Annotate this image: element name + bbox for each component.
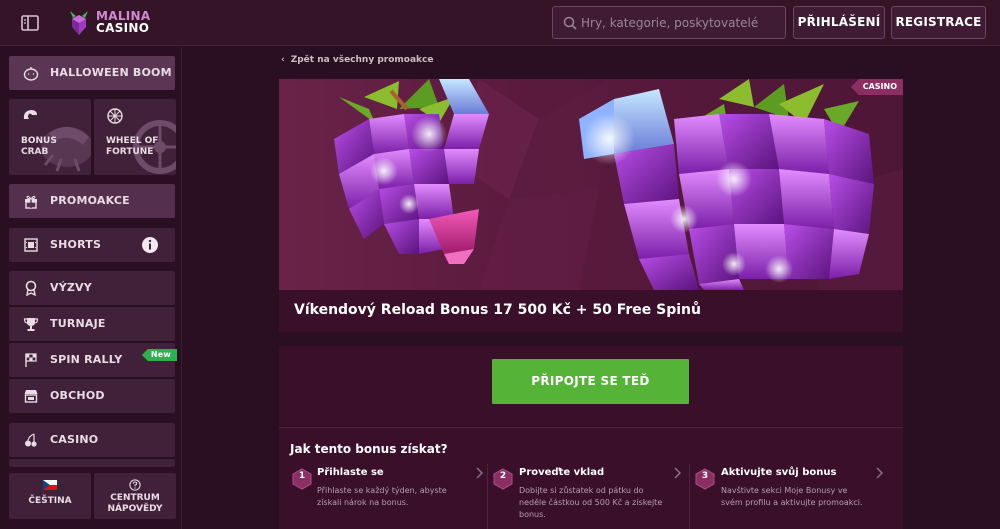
sidebar-item-casino[interactable]: CASINO (9, 423, 175, 457)
promo-banner: CASINO (279, 79, 903, 290)
sidebar-item-promoakce[interactable]: PROMOAKCE (9, 184, 175, 218)
help-center-button[interactable]: CENTRUM NÁPOVĚDY (94, 473, 176, 519)
tile-label: BONUS CRAB (21, 136, 57, 158)
tile-label-line1: WHEEL OF (106, 136, 159, 146)
how-to-title: Jak tento bonus získat? (290, 442, 448, 456)
sidebar-item-turnaje[interactable]: TURNAJE (9, 307, 175, 341)
help-label: CENTRUM NÁPOVĚDY (94, 493, 176, 515)
raspberry-crystals-illustration-icon (334, 79, 903, 290)
sidebar-item-halloween-boom[interactable]: HALLOWEEN BOOM (9, 56, 175, 90)
login-button[interactable]: PŘIHLÁŠENÍ (793, 6, 885, 39)
promo-title: Víkendový Reload Bonus 17 500 Kč + 50 Fr… (294, 302, 701, 318)
top-header: MALINA CASINO PŘIHLÁŠENÍ REGISTRACE (0, 0, 1000, 46)
language-selector[interactable]: ČEŠTINA (9, 473, 91, 519)
step-description: Dobijte si zůstatek od pátku do neděle č… (519, 486, 663, 519)
search-icon (563, 16, 577, 30)
help-icon (129, 479, 141, 491)
sidebar-item-obchod[interactable]: OBCHOD (9, 379, 175, 413)
info-icon[interactable] (141, 236, 159, 254)
cherries-icon (25, 433, 37, 447)
tile-label-line2: CRAB (21, 147, 49, 157)
step-item[interactable]: 3 Aktivujte svůj bonus Navštivte sekci M… (689, 464, 891, 529)
sidebar-item-label: OBCHOD (50, 389, 105, 402)
sidebar-toggle-icon[interactable] (20, 13, 40, 33)
help-label-line2: NÁPOVĚDY (107, 504, 163, 514)
cta-panel: PŘIPOJTE SE TEĎ (279, 346, 903, 426)
malina-casino-logo[interactable]: MALINA CASINO (64, 8, 154, 38)
step-item[interactable]: 1 Přihlaste se Přihlaste se každý týden,… (289, 464, 491, 529)
step-description: Navštivte sekci Moje Bonusy ve svém prof… (721, 486, 863, 507)
sidebar-item-label: SHORTS (50, 238, 102, 251)
sidebar-item-shorts[interactable]: SHORTS (9, 228, 175, 262)
crab-claw-icon (23, 110, 37, 119)
logo-line2: CASINO (96, 21, 150, 35)
chevron-left-icon: ‹ (281, 55, 285, 65)
film-icon (24, 238, 38, 252)
sidebar-item-vyzvy[interactable]: VÝZVY (9, 271, 175, 305)
chevron-right-icon (476, 467, 483, 479)
gift-icon (25, 195, 37, 209)
tile-label-line1: BONUS (21, 136, 57, 146)
sidebar-item-label: TURNAJE (50, 317, 106, 330)
step-title: Aktivujte svůj bonus (721, 467, 837, 478)
new-badge: New (141, 349, 177, 361)
sidebar-item-label: CASINO (50, 433, 99, 446)
language-label: ČEŠTINA (28, 496, 72, 506)
step-number: 2 (499, 471, 507, 481)
shop-icon (24, 390, 38, 403)
back-to-promotions-link[interactable]: ‹ Zpět na všechny promoakce (281, 55, 433, 65)
join-now-button[interactable]: PŘIPOJTE SE TEĎ (492, 359, 689, 404)
step-number: 3 (701, 471, 709, 481)
sidebar-tile-wheel-of-fortune[interactable]: WHEEL OF FORTUNE (94, 99, 176, 175)
sidebar-divider (9, 459, 175, 467)
step-number: 1 (298, 471, 306, 481)
how-to-get-bonus-panel: Jak tento bonus získat? 1 Přihlaste se P… (279, 427, 903, 529)
chevron-right-icon (876, 467, 883, 479)
sidebar-item-spin-rally[interactable]: SPIN RALLY New (9, 343, 177, 377)
help-label-line1: CENTRUM (110, 493, 160, 503)
step-title: Proveďte vklad (519, 467, 605, 478)
step-description: Přihlaste se každý týden, abyste získali… (317, 486, 447, 507)
search-input[interactable] (581, 11, 777, 34)
trophy-icon (23, 318, 39, 331)
register-button[interactable]: REGISTRACE (891, 6, 986, 39)
raspberry-logo-icon (70, 11, 88, 35)
step-item[interactable]: 2 Proveďte vklad Dobijte si zůstatek od … (487, 464, 689, 529)
sidebar-item-label: PROMOAKCE (50, 194, 130, 207)
sidebar-item-label: VÝZVY (50, 281, 92, 294)
sidebar: HALLOWEEN BOOM BONUS CRAB WHEEL OF FORTU… (0, 47, 182, 529)
chevron-right-icon (674, 467, 681, 479)
wheel-icon (107, 108, 123, 124)
pumpkin-icon (23, 67, 39, 81)
czech-flag-icon (43, 480, 57, 490)
sidebar-item-label: HALLOWEEN BOOM (50, 66, 172, 79)
badge-icon (25, 280, 37, 296)
step-title: Přihlaste se (317, 467, 384, 478)
promo-title-panel: Víkendový Reload Bonus 17 500 Kč + 50 Fr… (279, 290, 903, 332)
flag-icon (25, 353, 37, 367)
logo-text: MALINA CASINO (96, 10, 150, 34)
back-link-label: Zpět na všechny promoakce (290, 55, 434, 65)
search-box[interactable] (552, 6, 786, 39)
sidebar-tile-bonus-crab[interactable]: BONUS CRAB (9, 99, 91, 175)
tile-label: WHEEL OF FORTUNE (106, 136, 158, 158)
sidebar-item-label: SPIN RALLY (50, 353, 123, 366)
tile-label-line2: FORTUNE (106, 147, 154, 157)
casino-category-badge: CASINO (850, 79, 903, 95)
